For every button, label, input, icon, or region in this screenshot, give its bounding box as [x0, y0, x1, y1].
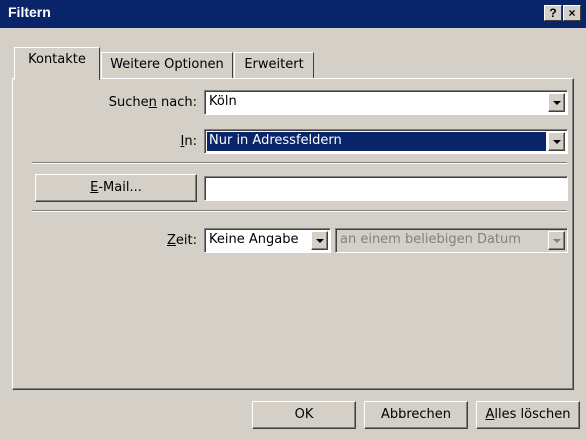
- help-button[interactable]: ?: [544, 5, 562, 21]
- search-value: Köln: [209, 94, 237, 109]
- tab-kontakte-label: Kontakte: [28, 52, 86, 67]
- separator-bottom: [32, 210, 567, 212]
- clear-all-button[interactable]: Alles löschen: [476, 401, 580, 429]
- chevron-down-icon: [553, 140, 561, 144]
- email-field[interactable]: [204, 176, 568, 201]
- time-combobox[interactable]: Keine Angabe: [204, 228, 331, 253]
- filter-dialog: Filtern ? × Kontakte Weitere Optionen Er…: [0, 0, 586, 440]
- window-title: Filtern: [8, 4, 51, 20]
- in-dropdown-button[interactable]: [548, 132, 565, 151]
- date-combobox: an einem beliebigen Datum: [335, 228, 568, 253]
- ok-button[interactable]: OK: [252, 401, 356, 429]
- in-value: Nur in Adressfeldern: [209, 133, 342, 148]
- title-bar[interactable]: Filtern ? ×: [0, 0, 586, 28]
- tab-erweitert-label: Erweitert: [244, 57, 304, 72]
- tab-weitere-optionen[interactable]: Weitere Optionen: [101, 52, 233, 78]
- email-button[interactable]: E-Mail...: [35, 174, 197, 202]
- time-dropdown-button[interactable]: [311, 231, 328, 250]
- search-label: Suchen nach:: [108, 95, 197, 110]
- time-value: Keine Angabe: [209, 232, 299, 247]
- in-label: In:: [180, 134, 197, 149]
- chevron-down-icon: [553, 239, 561, 243]
- date-value: an einem beliebigen Datum: [340, 232, 521, 247]
- close-button[interactable]: ×: [563, 5, 581, 21]
- cancel-button[interactable]: Abbrechen: [364, 401, 468, 429]
- in-combobox[interactable]: Nur in Adressfeldern: [204, 129, 568, 154]
- search-dropdown-button[interactable]: [548, 93, 565, 112]
- tab-erweitert[interactable]: Erweitert: [234, 52, 314, 78]
- separator-top: [32, 162, 567, 164]
- chevron-down-icon: [553, 101, 561, 105]
- tab-weitere-optionen-label: Weitere Optionen: [110, 57, 224, 72]
- time-label: Zeit:: [167, 233, 197, 248]
- chevron-down-icon: [316, 239, 324, 243]
- search-combobox[interactable]: Köln: [204, 90, 568, 115]
- date-dropdown-button: [548, 231, 565, 250]
- tab-kontakte[interactable]: Kontakte: [14, 47, 100, 80]
